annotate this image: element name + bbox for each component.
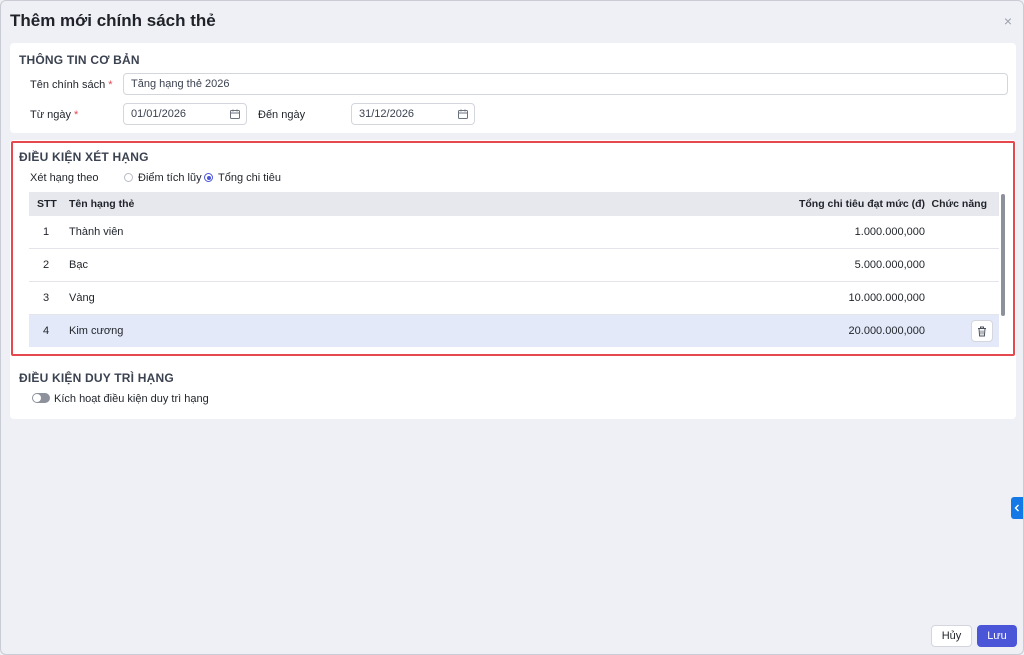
table-scrollbar[interactable] xyxy=(1001,194,1005,316)
row-name: Vàng xyxy=(69,292,95,304)
row-amount: 5.000.000,000 xyxy=(854,259,925,271)
row-stt: 1 xyxy=(43,226,50,238)
save-button[interactable]: Lưu xyxy=(977,625,1017,647)
table-row[interactable]: 1 Thành viên 1.000.000,000 xyxy=(29,216,999,249)
cancel-button[interactable]: Hủy xyxy=(931,625,972,647)
policy-name-label: Tên chính sách * xyxy=(30,79,113,91)
radio-total-spending-label[interactable]: Tổng chi tiêu xyxy=(218,172,281,184)
basic-info-title: THÔNG TIN CƠ BẢN xyxy=(19,53,140,67)
ranking-title: ĐIỀU KIỆN XÉT HẠNG xyxy=(19,150,149,164)
from-date-value: 01/01/2026 xyxy=(131,108,187,120)
close-icon[interactable]: × xyxy=(1002,14,1014,28)
rank-table: STT Tên hạng thẻ Tổng chi tiêu đạt mức (… xyxy=(29,192,999,347)
radio-points-label[interactable]: Điểm tích lũy xyxy=(138,172,202,184)
table-header: STT Tên hạng thẻ Tổng chi tiêu đạt mức (… xyxy=(29,192,999,216)
to-date-value: 31/12/2026 xyxy=(359,108,415,120)
row-name: Bạc xyxy=(69,259,88,271)
row-amount: 10.000.000,000 xyxy=(848,292,925,304)
calendar-icon[interactable] xyxy=(458,109,468,119)
from-date-label-text: Từ ngày xyxy=(30,109,71,121)
chevron-left-icon xyxy=(1014,504,1019,512)
delete-row-button[interactable] xyxy=(971,320,993,342)
calendar-icon[interactable] xyxy=(230,109,240,119)
maintain-title: ĐIỀU KIỆN DUY TRÌ HẠNG xyxy=(19,371,174,385)
header-name: Tên hạng thẻ xyxy=(69,198,135,210)
maintain-toggle[interactable] xyxy=(32,393,50,403)
row-name: Kim cương xyxy=(69,325,124,337)
table-row[interactable]: 4 Kim cương 20.000.000,000 xyxy=(29,315,999,347)
row-amount: 20.000.000,000 xyxy=(848,325,925,337)
side-panel-tab[interactable] xyxy=(1011,497,1023,519)
rank-by-label: Xét hạng theo xyxy=(30,172,99,184)
header-actions: Chức năng xyxy=(931,198,987,210)
header-amount: Tổng chi tiêu đạt mức (đ) xyxy=(798,198,925,210)
trash-icon xyxy=(978,326,986,336)
card-policy-dialog: Thêm mới chính sách thẻ × THÔNG TIN CƠ B… xyxy=(0,0,1024,655)
from-date-label: Từ ngày * xyxy=(30,109,78,121)
toggle-label[interactable]: Kích hoạt điều kiện duy trì hạng xyxy=(54,393,209,405)
row-stt: 2 xyxy=(43,259,50,271)
to-date-label: Đến ngày xyxy=(258,109,306,121)
row-stt: 4 xyxy=(43,325,50,337)
basic-info-card: THÔNG TIN CƠ BẢN Tên chính sách * Tăng hạ… xyxy=(10,43,1016,133)
header-stt: STT xyxy=(37,198,57,210)
dialog-title: Thêm mới chính sách thẻ xyxy=(10,11,216,30)
radio-points[interactable] xyxy=(124,173,133,182)
required-mark: * xyxy=(74,109,79,121)
required-mark: * xyxy=(108,79,113,91)
policy-name-label-text: Tên chính sách xyxy=(30,79,106,91)
row-name: Thành viên xyxy=(69,226,124,238)
policy-name-input[interactable]: Tăng hạng thẻ 2026 xyxy=(123,73,1008,95)
table-row[interactable]: 3 Vàng 10.000.000,000 xyxy=(29,282,999,315)
row-stt: 3 xyxy=(43,292,50,304)
from-date-input[interactable]: 01/01/2026 xyxy=(123,103,247,125)
table-row[interactable]: 2 Bạc 5.000.000,000 xyxy=(29,249,999,282)
radio-total-spending[interactable] xyxy=(204,173,213,182)
row-amount: 1.000.000,000 xyxy=(854,226,925,238)
to-date-input[interactable]: 31/12/2026 xyxy=(351,103,475,125)
